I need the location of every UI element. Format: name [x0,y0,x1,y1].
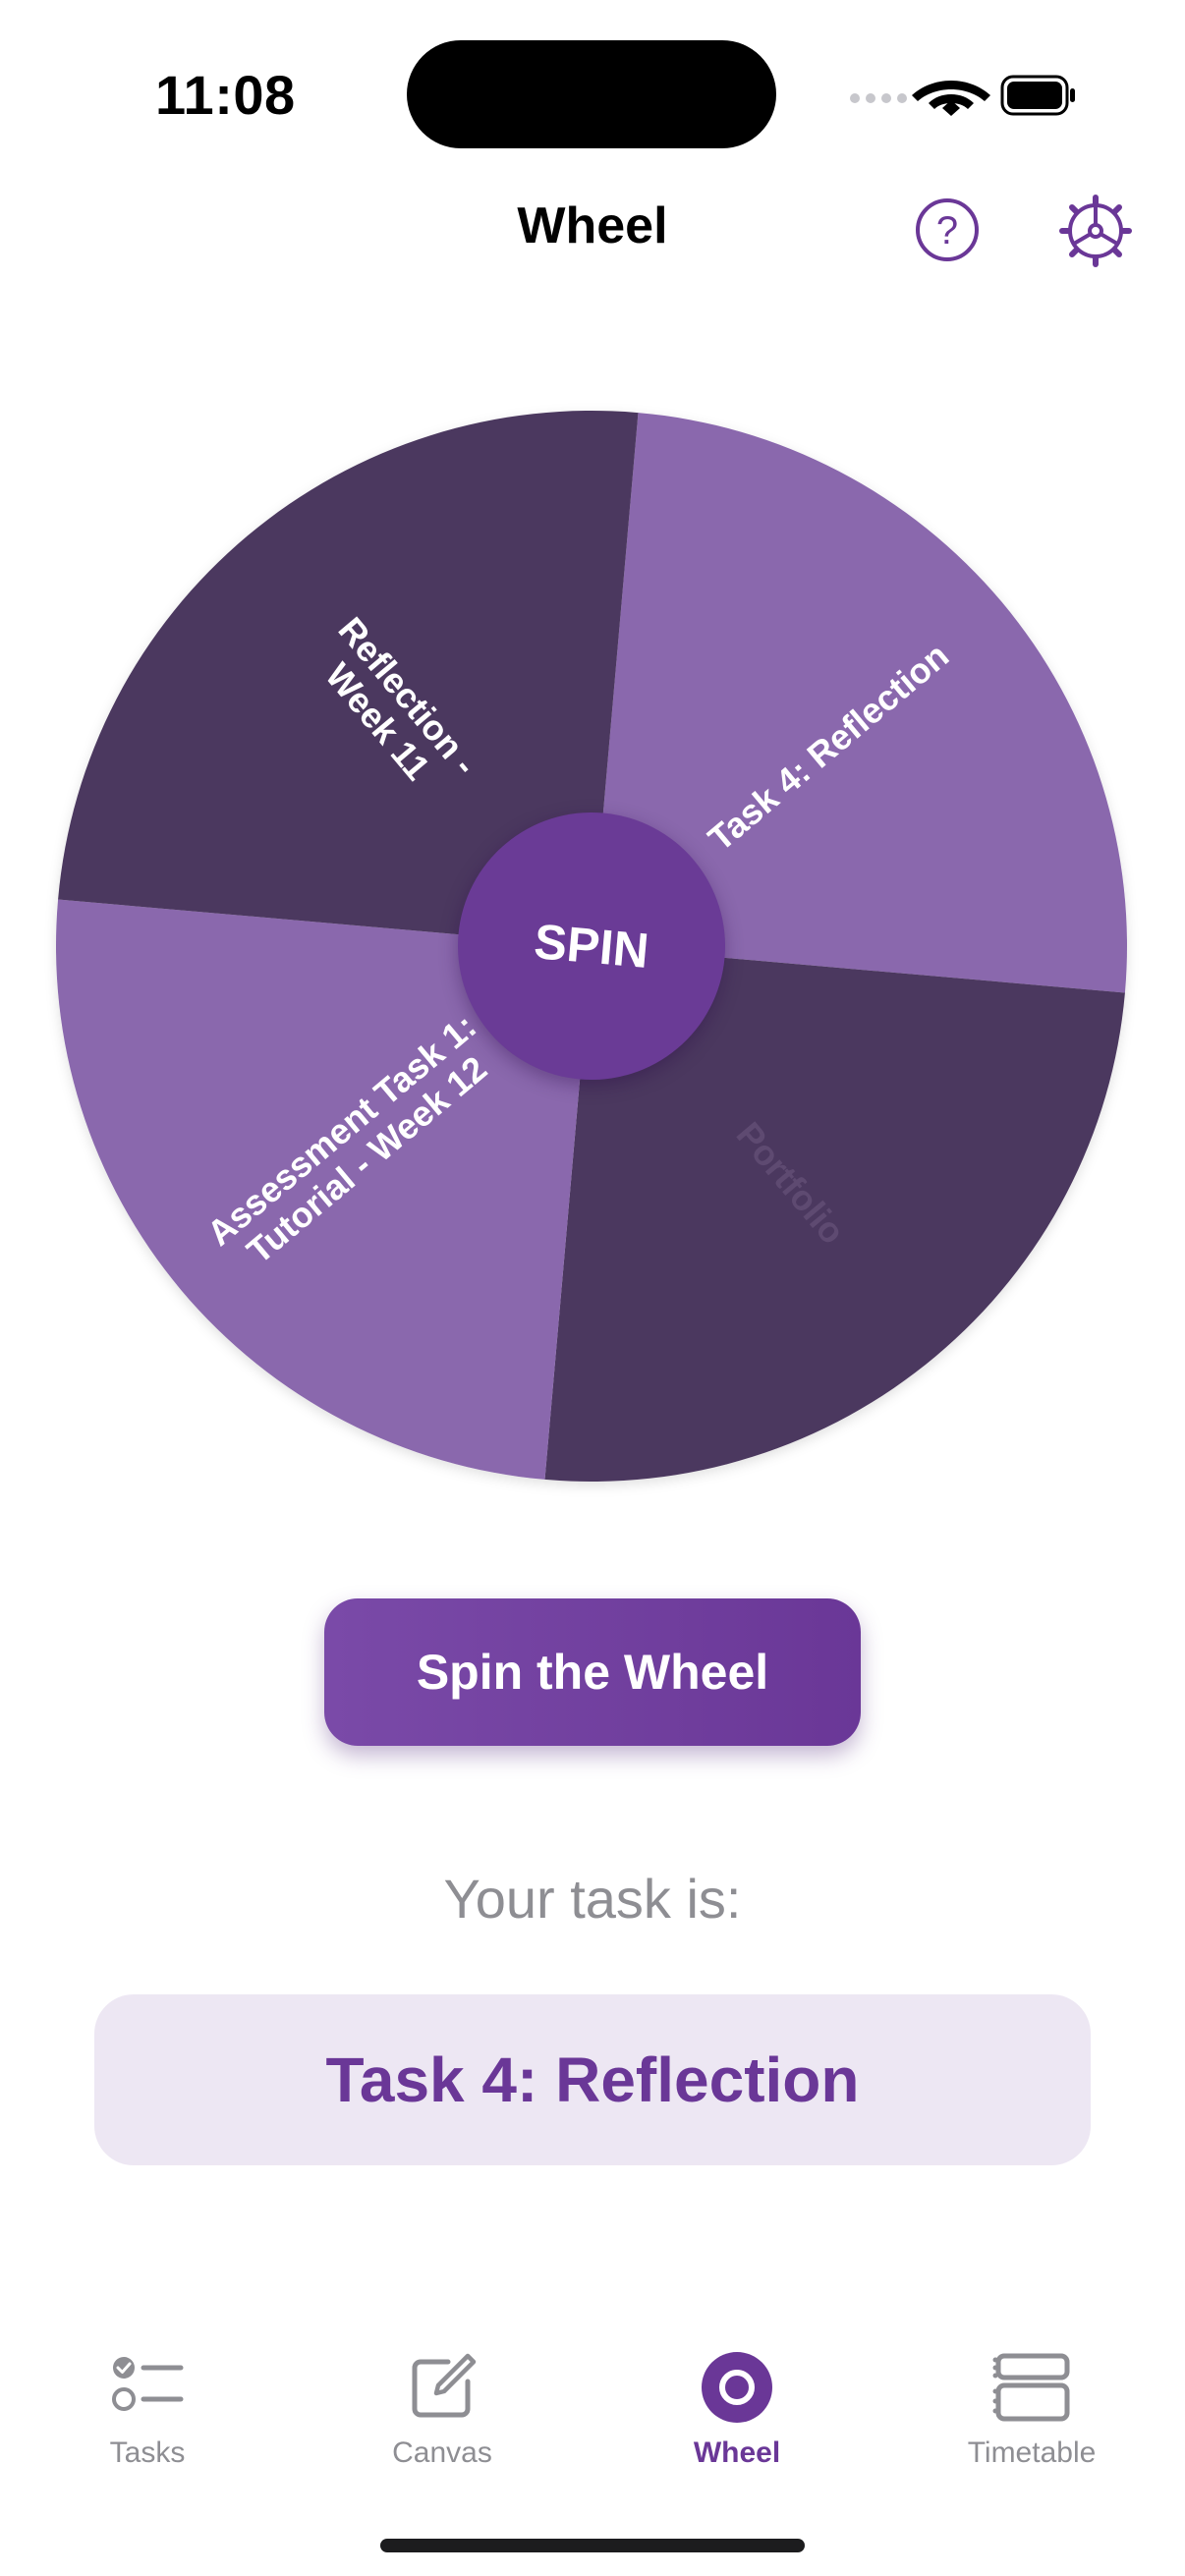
status-icons [850,75,1075,116]
result-task-name: Task 4: Reflection [325,2044,860,2115]
tab-tasks-label: Tasks [109,2436,186,2469]
gear-icon [1059,195,1132,267]
tab-tasks[interactable]: Tasks [0,2338,295,2495]
settings-button[interactable] [1059,195,1132,267]
spin-wheel[interactable]: Task 4: Reflection Portfolio Assessment Ta… [55,410,1128,1483]
tab-canvas-label: Canvas [392,2436,492,2469]
tab-canvas[interactable]: Canvas [295,2338,590,2495]
page-title: Wheel [517,197,668,254]
help-button[interactable]: ? [914,196,981,263]
result-card: Task 4: Reflection [94,1994,1091,2165]
dynamic-island [407,40,776,148]
tab-timetable[interactable]: Timetable [884,2338,1179,2495]
tab-wheel[interactable]: Wheel [590,2338,884,2495]
checklist-icon [112,2357,184,2411]
timetable-icon [992,2353,1070,2422]
tab-timetable-label: Timetable [967,2436,1097,2469]
spin-hub-label: SPIN [532,914,651,979]
status-time: 11:08 [155,64,296,126]
wheel-icon [702,2352,772,2423]
spin-the-wheel-button[interactable]: Spin the Wheel [324,1598,861,1746]
result-heading: Your task is: [443,1868,742,1930]
tab-bar: Tasks Canvas Wheel Timetable [0,2338,1185,2515]
svg-text:?: ? [936,209,958,252]
cellular-signal-icon [850,93,907,103]
battery-icon [1000,75,1075,116]
home-indicator [380,2539,805,2552]
wifi-icon [912,81,990,116]
tab-wheel-label: Wheel [693,2436,781,2469]
edit-square-icon [412,2353,477,2418]
spin-the-wheel-label: Spin the Wheel [416,1645,769,1700]
